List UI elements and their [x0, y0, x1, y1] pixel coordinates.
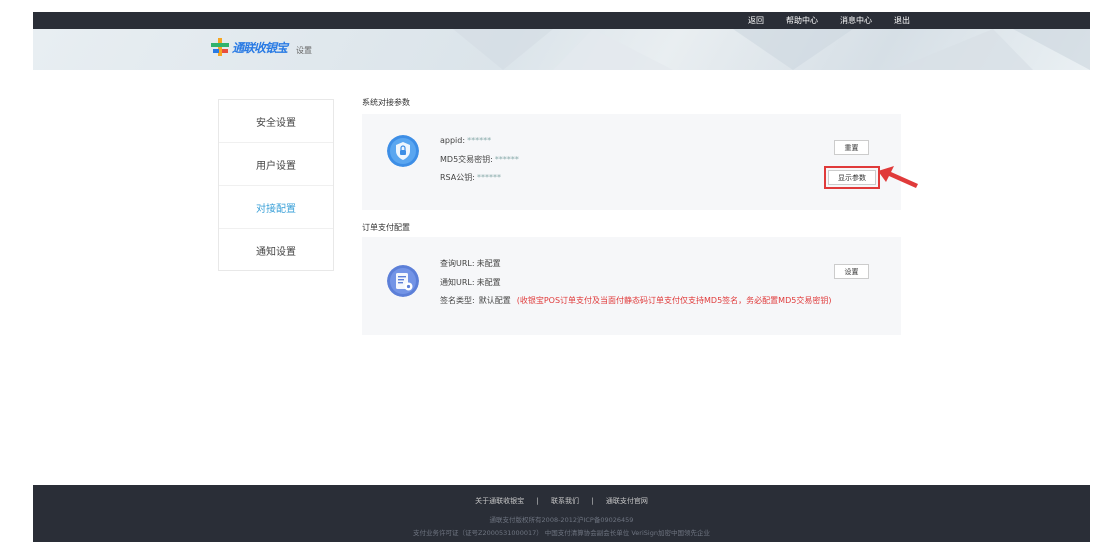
- footer: 关于通联收银宝 | 联系我们 | 通联支付官网 通联支付版权所有2008-201…: [33, 485, 1090, 542]
- md5-key-value: ******: [494, 155, 519, 164]
- header-banner: 通联收银宝 设置: [33, 29, 1090, 70]
- sidebar-item-notification[interactable]: 通知设置: [219, 229, 333, 272]
- md5-key-row: MD5交易密钥: ******: [440, 154, 519, 165]
- footer-separator: |: [536, 497, 539, 505]
- order-config-panel: 查询URL: 未配置 通知URL: 未配置 签名类型: 默认配置 (收银宝POS订单支付…: [362, 237, 901, 335]
- order-config-title: 订单支付配置: [362, 223, 410, 232]
- logo-mark-icon: [211, 38, 229, 56]
- message-center-link[interactable]: 消息中心: [840, 15, 872, 26]
- sign-type-label: 签名类型:: [440, 296, 475, 305]
- footer-copyright: 通联支付版权所有2008-2012沪ICP备09026459: [489, 516, 634, 524]
- logout-link[interactable]: 退出: [894, 15, 910, 26]
- document-settings-icon: [387, 265, 419, 297]
- rsa-key-row: RSA公钥: ******: [440, 172, 501, 183]
- highlight-box: [824, 166, 880, 189]
- banner-background-pattern: [453, 29, 1090, 70]
- top-nav: 返回 帮助中心 消息中心 退出: [748, 12, 910, 29]
- appid-row: appid: ******: [440, 136, 491, 145]
- shield-lock-icon: [387, 135, 419, 167]
- sidebar-item-security[interactable]: 安全设置: [219, 100, 333, 143]
- footer-link-official[interactable]: 通联支付官网: [606, 497, 648, 505]
- md5-key-label: MD5交易密钥:: [440, 155, 493, 164]
- appid-label: appid:: [440, 136, 466, 145]
- annotation-arrow-icon: [878, 166, 918, 188]
- page-subtitle: 设置: [296, 46, 312, 55]
- notify-url-label: 通知URL:: [440, 278, 475, 287]
- footer-link-about[interactable]: 关于通联收银宝: [475, 497, 524, 505]
- rsa-key-label: RSA公钥:: [440, 173, 475, 182]
- footer-links: 关于通联收银宝 | 联系我们 | 通联支付官网: [33, 496, 1090, 506]
- logo-text: 通联收银宝: [232, 40, 288, 55]
- footer-separator: |: [591, 497, 594, 505]
- query-url-row: 查询URL: 未配置: [440, 258, 501, 269]
- system-params-title: 系统对接参数: [362, 98, 410, 107]
- notify-url-value: 未配置: [476, 278, 501, 287]
- logo[interactable]: 通联收银宝: [211, 38, 288, 56]
- footer-license: 支付业务许可证（证号Z2000531000017） 中国支付清算协会副会长单位 …: [413, 529, 710, 537]
- sidebar-item-user[interactable]: 用户设置: [219, 143, 333, 186]
- sidebar-item-integration[interactable]: 对接配置: [219, 186, 333, 229]
- set-button[interactable]: 设置: [834, 264, 869, 279]
- system-params-panel: appid: ****** MD5交易密钥: ****** RSA公钥: ******…: [362, 114, 901, 210]
- sign-type-note: (收银宝POS订单支付及当面付静态码订单支付仅支持MD5签名，务必配置MD5交易…: [516, 296, 832, 305]
- notify-url-row: 通知URL: 未配置: [440, 277, 501, 288]
- appid-value: ******: [467, 136, 492, 145]
- footer-link-contact[interactable]: 联系我们: [551, 497, 579, 505]
- reset-button[interactable]: 重置: [834, 140, 869, 155]
- settings-sidebar: 安全设置 用户设置 对接配置 通知设置: [218, 99, 334, 271]
- rsa-key-value: ******: [476, 173, 501, 182]
- back-link[interactable]: 返回: [748, 15, 764, 26]
- sign-type-value: 默认配置: [478, 296, 511, 305]
- help-center-link[interactable]: 帮助中心: [786, 15, 818, 26]
- query-url-label: 查询URL:: [440, 259, 475, 268]
- sign-type-row: 签名类型: 默认配置 (收银宝POS订单支付及当面付静态码订单支付仅支持MD5签名，…: [440, 295, 831, 306]
- top-nav-bar: 返回 帮助中心 消息中心 退出: [33, 12, 1090, 29]
- query-url-value: 未配置: [476, 259, 501, 268]
